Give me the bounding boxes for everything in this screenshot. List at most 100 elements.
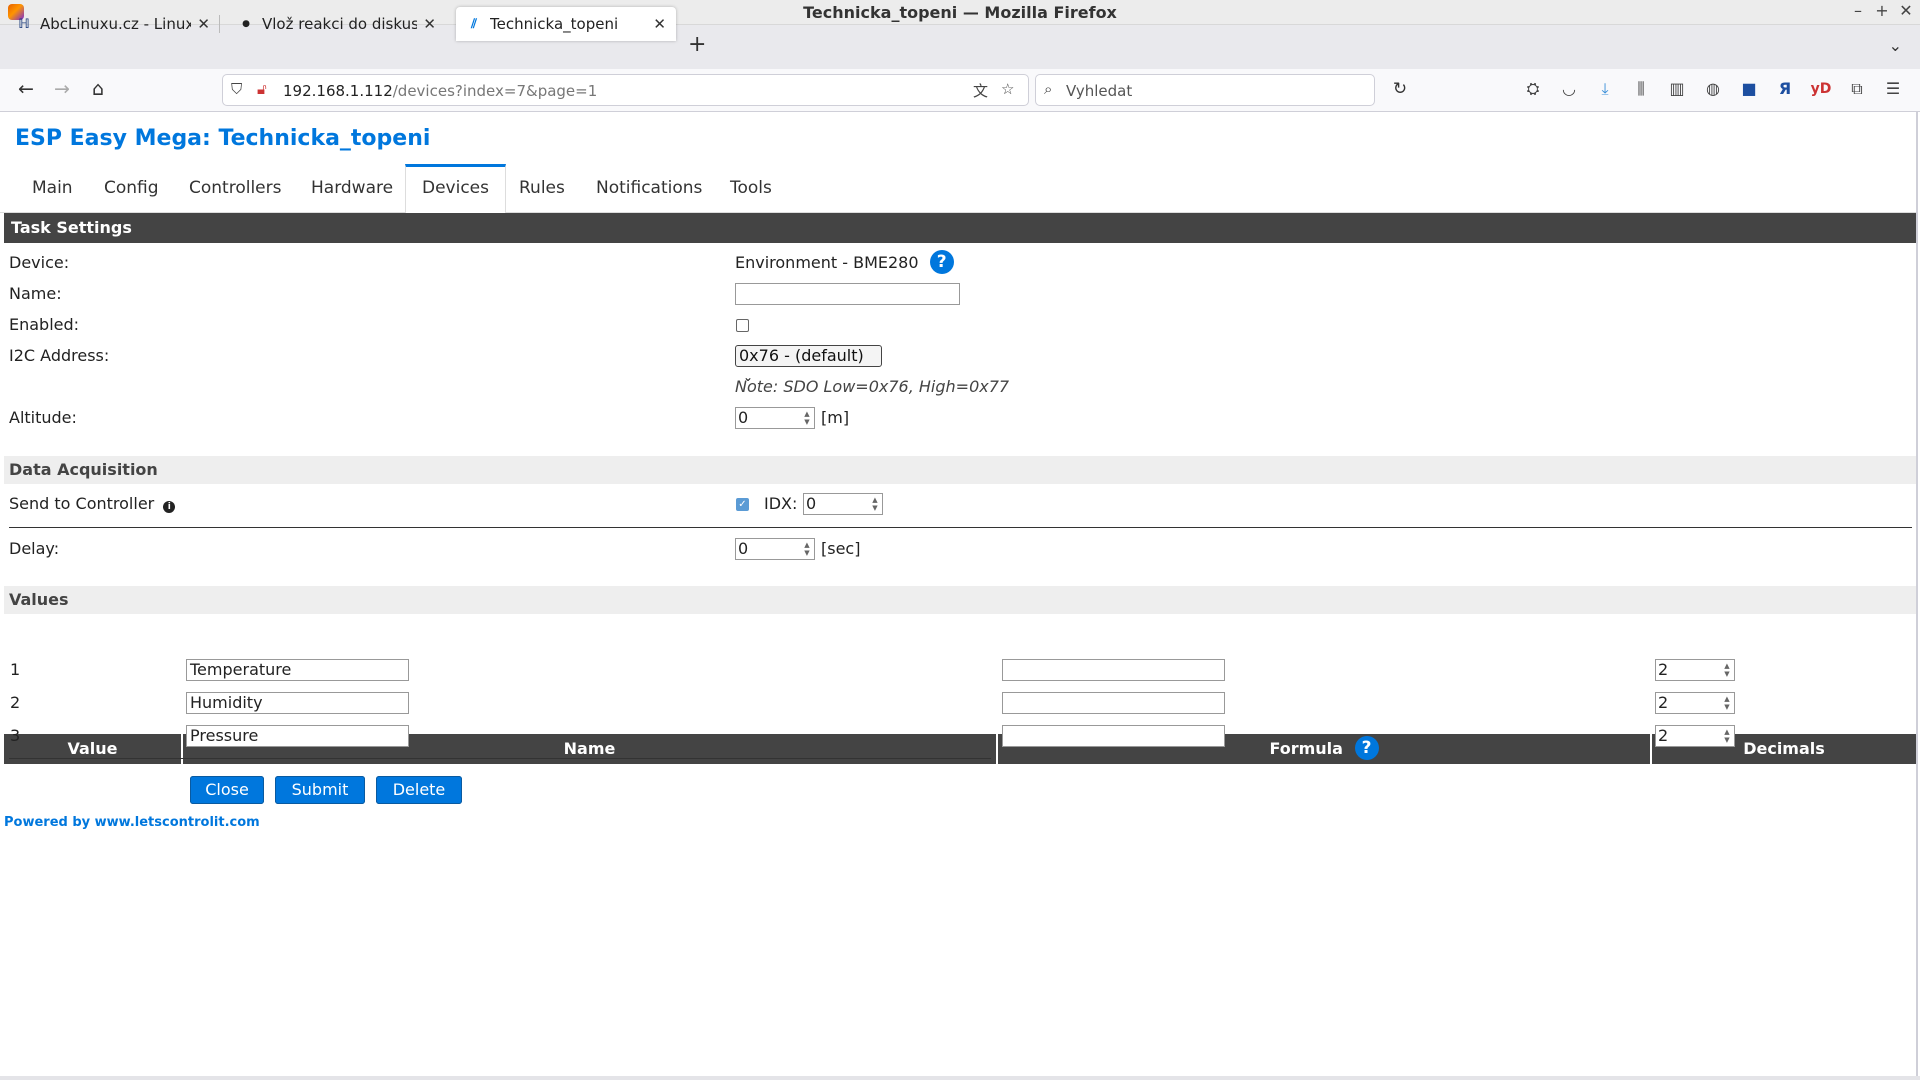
enabled-label: Enabled: [9,315,80,334]
minimize-icon[interactable]: – [1848,1,1868,20]
powered-by-link[interactable]: Powered by www.letscontrolit.com [4,815,260,830]
tab-separator [219,15,220,33]
window-edge [1916,112,1918,1077]
maximize-icon[interactable]: + [1872,1,1892,20]
menu-tools[interactable]: Tools [714,164,788,212]
tab-close-icon[interactable]: ✕ [653,15,666,33]
data-acquisition-header: Data Acquisition [4,456,1916,484]
extension-circle-icon[interactable]: ◍ [1702,79,1724,99]
i2c-address-label: I2C Address: [9,346,110,365]
bookmark-star-icon[interactable]: ☆ [1001,80,1014,98]
values-header: Values [4,586,1916,614]
close-button[interactable]: Close [190,776,264,804]
name-label: Name: [9,284,62,303]
close-window-icon[interactable]: ✕ [1896,1,1916,20]
value-name-input[interactable]: Temperature [186,659,409,681]
value-index: 3 [10,726,21,745]
enabled-checkbox[interactable] [736,319,749,332]
decimals-value: 2 [1658,693,1669,712]
menu-rules[interactable]: Rules [503,164,581,212]
shield-icon[interactable]: ⛉ [231,80,242,98]
esp-easy-page: ESP Easy Mega: Technicka_topeni Main Con… [0,112,1916,1074]
idx-label: IDX: [764,494,798,513]
idx-input[interactable]: 0 ▲ ▼ [803,493,883,515]
decimals-value: 2 [1658,660,1669,679]
delay-input[interactable]: 0 ▲ ▼ [735,538,815,560]
account-icon[interactable]: ⛭ [1522,79,1544,99]
spinner-icon[interactable]: ▲ ▼ [1722,662,1732,678]
delete-button[interactable]: Delete [376,776,462,804]
altitude-value: 0 [738,408,749,427]
extensions-puzzle-icon[interactable]: ⧉ [1846,79,1868,99]
submit-button[interactable]: Submit [275,776,365,804]
task-name-input[interactable] [735,283,960,305]
hamburger-menu-icon[interactable]: ☰ [1882,79,1904,99]
spinner-icon[interactable]: ▲ ▼ [1722,728,1732,744]
formula-input[interactable] [1002,692,1225,714]
altitude-unit: [m] [821,408,850,427]
menu-main[interactable]: Main [16,164,89,212]
esp-easy-favicon-icon: ⫽ [471,16,477,32]
translate-icon[interactable]: 文 [973,80,988,101]
page-title: ESP Easy Mega: Technicka_topeni [15,126,431,151]
send-to-controller-text: Send to Controller [9,494,155,513]
device-help-icon[interactable]: ? [929,249,954,274]
home-icon[interactable]: ⌂ [86,78,110,100]
decimals-input[interactable]: 2 ▲ ▼ [1655,692,1735,714]
value-name-input[interactable]: Pressure [186,725,409,747]
tab-close-icon[interactable]: ✕ [423,15,436,33]
extension-yd-icon[interactable]: yD [1810,79,1832,99]
menu-devices[interactable]: Devices [405,164,506,213]
pocket-icon[interactable]: ◡ [1558,79,1580,99]
navigation-toolbar: ← → ⌂ ⛉ 🔓︎ 192.168.1.112/devices?index=7… [0,69,1920,112]
insecure-lock-icon[interactable]: 🔓︎ [257,80,267,98]
library-icon[interactable]: ⫼ [1630,79,1652,99]
i2c-address-value: 0x76 - (default) [739,346,864,365]
downloads-icon[interactable]: ⤓ [1594,79,1616,99]
menu-controllers[interactable]: Controllers [173,164,297,212]
reload-icon[interactable]: ↻ [1388,78,1412,100]
search-bar[interactable]: ⌕ Vyhledat [1035,74,1375,106]
formula-input[interactable] [1002,659,1225,681]
new-tab-icon[interactable]: + [688,33,706,57]
value-name-input[interactable]: Humidity [186,692,409,714]
menu-hardware[interactable]: Hardware [295,164,409,212]
altitude-input[interactable]: 0 ▲ ▼ [735,407,815,429]
formula-help-icon[interactable]: ? [1354,736,1379,760]
url-bar[interactable]: ⛉ 🔓︎ 192.168.1.112/devices?index=7&page=… [222,74,1029,106]
sidebar-icon[interactable]: ▥ [1666,79,1688,99]
menu-config[interactable]: Config [88,164,175,212]
column-header-value: Value [4,734,181,764]
spinner-icon[interactable]: ▲ ▼ [1722,695,1732,711]
spinner-icon[interactable]: ▲ ▼ [802,410,812,426]
extension-blue-icon[interactable]: ■ [1738,79,1760,99]
i2c-address-select[interactable]: 0x76 - (default) ⌄ [735,345,882,384]
decimals-input[interactable]: 2 ▲ ▼ [1655,659,1735,681]
tab-abclinuxu[interactable]: ℍ AbcLinuxu.cz - Linux na s ✕ [6,7,220,41]
divider [9,527,1912,528]
spinner-icon[interactable]: ▲ ▼ [802,541,812,557]
altitude-label: Altitude: [9,408,77,427]
spinner-icon[interactable]: ▲ ▼ [870,496,880,512]
back-arrow-icon[interactable]: ← [14,78,38,100]
url-host: 192.168.1.112 [283,82,393,100]
menu-notifications[interactable]: Notifications [580,164,718,212]
tab-vloz-reakci[interactable]: ● Vlož reakci do diskuse ✕ [228,7,446,41]
tab-close-icon[interactable]: ✕ [197,15,210,33]
tab-label: Vlož reakci do diskuse [262,15,418,33]
tab-technicka-topeni[interactable]: ⫽ Technicka_topeni ✕ [456,7,676,41]
formula-input[interactable] [1002,725,1225,747]
info-icon[interactable]: i [163,501,176,513]
search-icon: ⌕ [1044,80,1053,98]
decimals-input[interactable]: 2 ▲ ▼ [1655,725,1735,747]
url-text[interactable]: 192.168.1.112/devices?index=7&page=1 [283,82,597,100]
extension-ya-icon[interactable]: Я [1774,79,1796,99]
url-path: /devices?index=7&page=1 [392,82,598,100]
tab-list-chevron-icon[interactable]: ⌄ [1889,36,1902,55]
task-settings-header: Task Settings [4,213,1916,243]
forward-arrow-icon[interactable]: → [50,78,74,100]
search-placeholder: Vyhledat [1066,82,1133,100]
send-to-controller-checkbox[interactable]: ✓ [736,498,749,511]
delay-unit: [sec] [821,539,861,558]
device-value: Environment - BME280 ? [735,249,954,274]
